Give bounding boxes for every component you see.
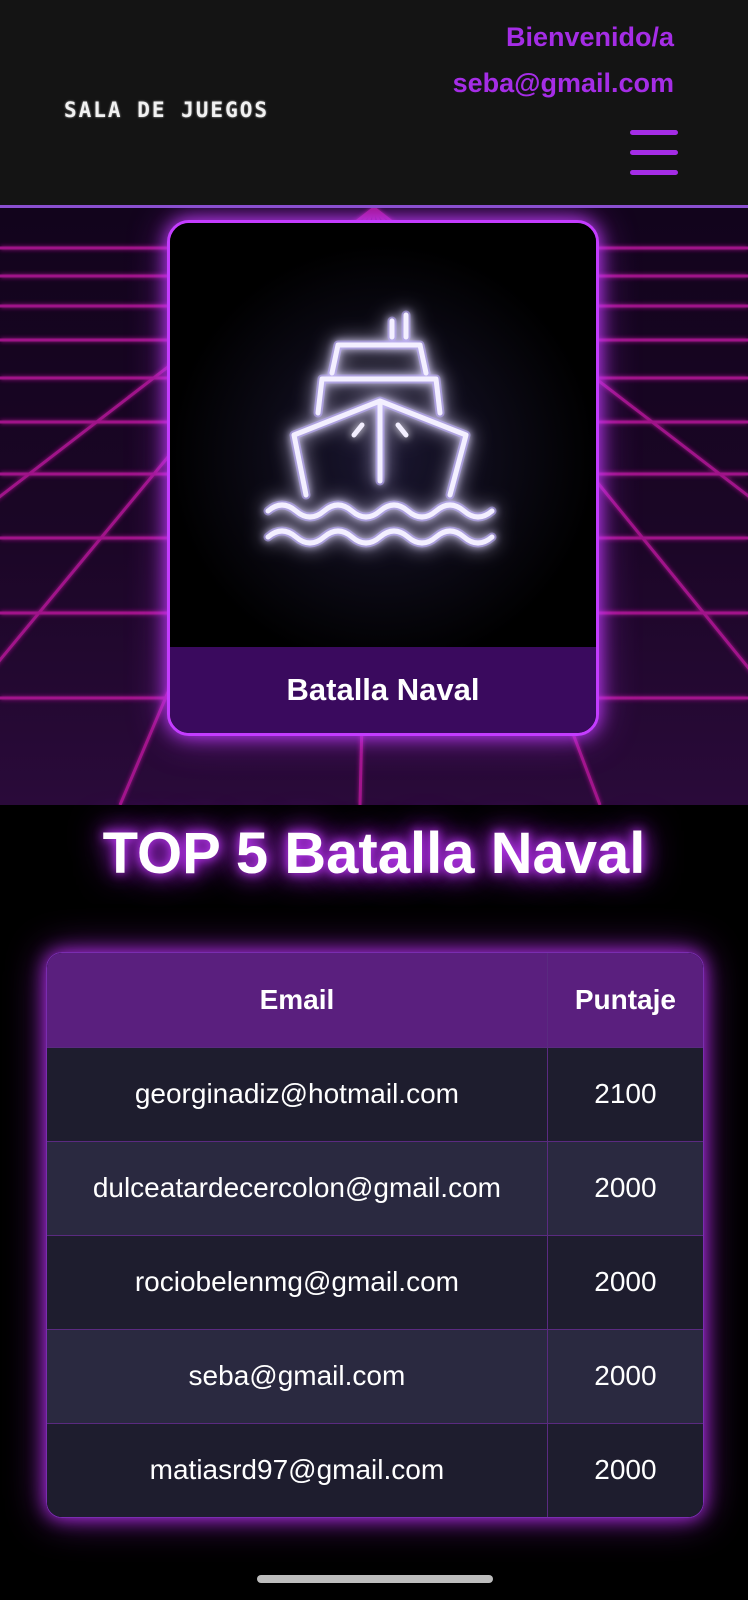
row-email: dulceatardecercolon@gmail.com bbox=[47, 1141, 548, 1236]
ship-icon bbox=[170, 223, 596, 647]
table-row: seba@gmail.com 2000 bbox=[47, 1329, 703, 1424]
column-header-email: Email bbox=[47, 953, 548, 1048]
row-email: georginadiz@hotmail.com bbox=[47, 1047, 548, 1142]
table-row: rociobelenmg@gmail.com 2000 bbox=[47, 1235, 703, 1330]
brand-title[interactable]: SALA DE JUEGOS bbox=[64, 98, 269, 122]
table-row: matiasrd97@gmail.com 2000 bbox=[47, 1423, 703, 1517]
game-card-batalla-naval[interactable]: Batalla Naval bbox=[167, 220, 599, 736]
row-email: rociobelenmg@gmail.com bbox=[47, 1235, 548, 1330]
welcome-text: Bienvenido/a bbox=[505, 22, 674, 52]
row-email: matiasrd97@gmail.com bbox=[47, 1423, 548, 1517]
user-email: seba@gmail.com bbox=[452, 68, 674, 98]
row-email: seba@gmail.com bbox=[47, 1329, 548, 1424]
row-score: 2000 bbox=[547, 1423, 703, 1517]
table-row: dulceatardecercolon@gmail.com 2000 bbox=[47, 1141, 703, 1236]
row-score: 2000 bbox=[547, 1329, 703, 1424]
leaderboard-table: Email Puntaje georginadiz@hotmail.com 21… bbox=[46, 952, 704, 1518]
row-score: 2100 bbox=[547, 1047, 703, 1142]
row-score: 2000 bbox=[547, 1235, 703, 1330]
leaderboard-title: TOP 5 Batalla Naval bbox=[102, 821, 646, 886]
hamburger-menu-icon[interactable] bbox=[630, 130, 678, 180]
game-card-label: Batalla Naval bbox=[170, 647, 596, 733]
top-bar: SALA DE JUEGOS Bienvenido/a seba@gmail.c… bbox=[0, 0, 748, 208]
column-header-score: Puntaje bbox=[547, 953, 703, 1048]
table-row: georginadiz@hotmail.com 2100 bbox=[47, 1047, 703, 1142]
hero-background: Batalla Naval bbox=[0, 208, 748, 805]
row-score: 2000 bbox=[547, 1141, 703, 1236]
table-header-row: Email Puntaje bbox=[47, 953, 703, 1048]
home-indicator[interactable] bbox=[257, 1575, 493, 1583]
